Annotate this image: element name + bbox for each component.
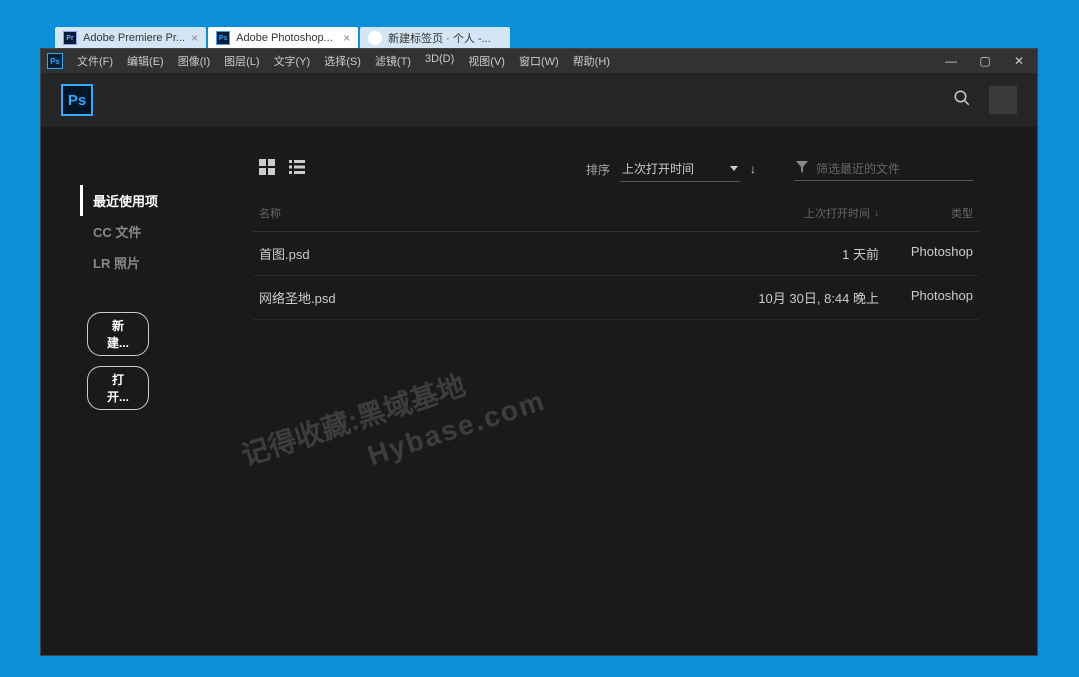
new-button[interactable]: 新建... <box>87 312 149 356</box>
sidebar-item-lr-photos[interactable]: LR 照片 <box>83 247 241 278</box>
avatar[interactable] <box>989 86 1017 114</box>
sidebar-item-cc-files[interactable]: CC 文件 <box>83 216 241 247</box>
close-icon[interactable]: × <box>343 31 350 45</box>
ps-logo: Ps <box>61 84 93 116</box>
file-name: 网络圣地.psd <box>259 288 699 307</box>
title-bar: Ps 文件(F) 编辑(E) 图像(I) 图层(L) 文字(Y) 选择(S) 滤… <box>41 49 1037 73</box>
table-row[interactable]: 首图.psd 1 天前 Photoshop <box>253 232 979 276</box>
content-area: 排序 上次打开时间 ↓ 名称 上次打开时间 <box>241 127 1037 655</box>
browser-tab-new[interactable]: 新建标签页 · 个人 -... <box>360 27 510 49</box>
menu-bar: 文件(F) 编辑(E) 图像(I) 图层(L) 文字(Y) 选择(S) 滤镜(T… <box>71 51 616 71</box>
close-icon[interactable]: × <box>191 31 198 45</box>
header-bar: Ps <box>41 73 1037 127</box>
maximize-button[interactable]: ▢ <box>973 52 997 70</box>
photoshop-window: Ps 文件(F) 编辑(E) 图像(I) 图层(L) 文字(Y) 选择(S) 滤… <box>40 48 1038 656</box>
file-type: Photoshop <box>879 288 973 307</box>
menu-type[interactable]: 文字(Y) <box>268 51 317 71</box>
menu-window[interactable]: 窗口(W) <box>513 51 565 71</box>
menu-layer[interactable]: 图层(L) <box>218 51 265 71</box>
menu-edit[interactable]: 编辑(E) <box>121 51 170 71</box>
sidebar-item-recent[interactable]: 最近使用项 <box>80 185 241 216</box>
sidebar: 最近使用项 CC 文件 LR 照片 新建... 打开... <box>41 127 241 655</box>
header-name[interactable]: 名称 <box>259 205 699 221</box>
menu-image[interactable]: 图像(I) <box>172 51 216 71</box>
close-button[interactable]: ✕ <box>1007 52 1031 70</box>
window-controls: — ▢ ✕ <box>939 52 1031 70</box>
sort-label: 排序 <box>586 161 610 178</box>
filter-icon <box>796 161 808 176</box>
file-date: 1 天前 <box>699 244 879 263</box>
tab-title: Adobe Photoshop... <box>236 32 333 44</box>
sort-value: 上次打开时间 <box>622 160 722 177</box>
menu-filter[interactable]: 滤镜(T) <box>369 51 417 71</box>
tab-title: Adobe Premiere Pr... <box>83 32 185 44</box>
minimize-button[interactable]: — <box>939 52 963 70</box>
grid-view-icon[interactable] <box>259 159 275 180</box>
menu-3d[interactable]: 3D(D) <box>419 51 460 71</box>
file-name: 首图.psd <box>259 244 699 263</box>
table-row[interactable]: 网络圣地.psd 10月 30日, 8:44 晚上 Photoshop <box>253 276 979 320</box>
tab-title: 新建标签页 · 个人 -... <box>388 30 491 46</box>
sort-order-icon[interactable]: ↓ <box>750 162 756 176</box>
search-icon[interactable] <box>953 89 971 112</box>
photoshop-icon: Ps <box>216 31 230 45</box>
content-toolbar: 排序 上次打开时间 ↓ <box>253 149 979 189</box>
filter-section <box>794 157 973 181</box>
table-header: 名称 上次打开时间 ↓ 类型 <box>253 189 979 232</box>
chrome-icon <box>368 31 382 45</box>
ps-app-icon: Ps <box>47 53 63 69</box>
file-type: Photoshop <box>879 244 973 263</box>
browser-tab-photoshop[interactable]: Ps Adobe Photoshop... × <box>208 27 358 49</box>
sort-dropdown[interactable]: 上次打开时间 <box>620 156 740 182</box>
browser-tab-strip: Pr Adobe Premiere Pr... × Ps Adobe Photo… <box>55 27 510 49</box>
header-date[interactable]: 上次打开时间 ↓ <box>699 205 879 221</box>
menu-select[interactable]: 选择(S) <box>318 51 367 71</box>
premiere-icon: Pr <box>63 31 77 45</box>
filter-input[interactable] <box>816 162 971 176</box>
list-view-icon[interactable] <box>289 159 305 180</box>
menu-file[interactable]: 文件(F) <box>71 51 119 71</box>
menu-help[interactable]: 帮助(H) <box>567 51 616 71</box>
open-button[interactable]: 打开... <box>87 366 149 410</box>
header-type[interactable]: 类型 <box>879 205 973 221</box>
menu-view[interactable]: 视图(V) <box>462 51 511 71</box>
browser-tab-premiere[interactable]: Pr Adobe Premiere Pr... × <box>55 27 206 49</box>
file-date: 10月 30日, 8:44 晚上 <box>699 288 879 307</box>
chevron-down-icon <box>730 166 738 171</box>
